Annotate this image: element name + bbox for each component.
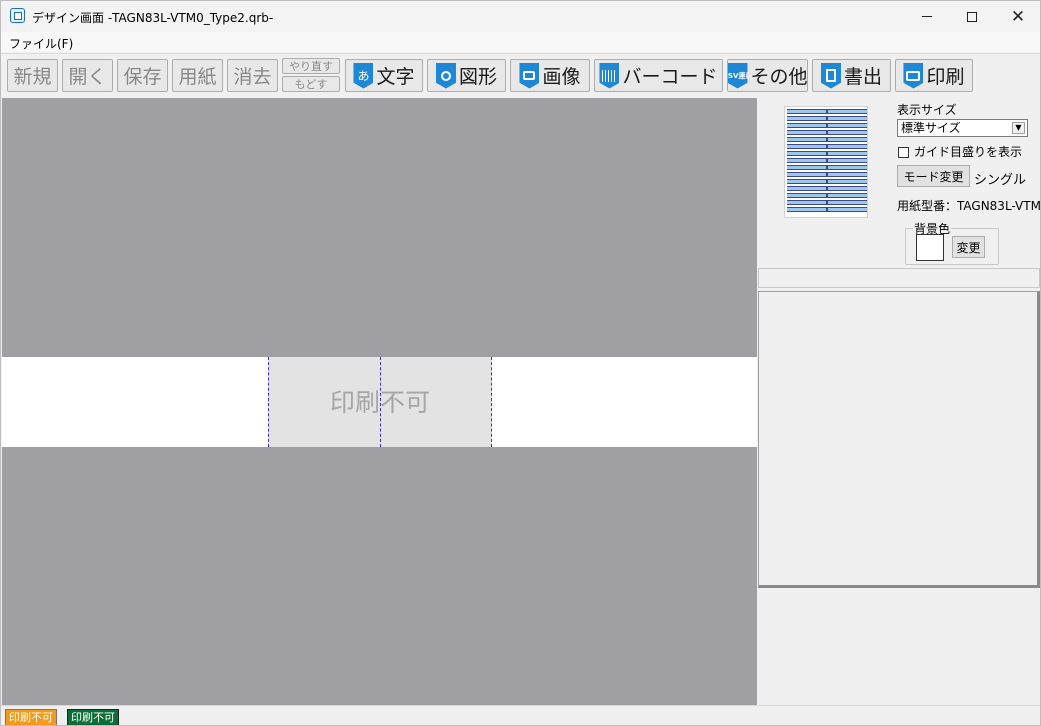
redo-button[interactable]: やり直す — [282, 58, 340, 74]
preview-row — [787, 207, 867, 212]
preview-row — [787, 186, 867, 191]
preview-row — [787, 109, 867, 114]
image-icon — [519, 62, 540, 89]
paper-button-label: 用紙 — [178, 66, 217, 88]
preview-row — [787, 144, 867, 149]
maximize-button[interactable] — [949, 1, 995, 32]
open-button-label: 開く — [68, 66, 107, 88]
title-bar: デザイン画面 -TAGN83L-VTM0_Type2.qrb- ✕ — [1, 1, 1040, 32]
display-size-select[interactable]: 標準サイズ ▼ — [897, 119, 1028, 137]
preview-row — [787, 193, 867, 198]
new-button[interactable]: 新規 — [7, 59, 58, 92]
mode-value: シングル — [974, 173, 1027, 188]
background-change-button-label: 変更 — [956, 240, 981, 255]
export-button[interactable]: 書出 — [812, 59, 891, 92]
export-icon — [820, 62, 841, 89]
other-button[interactable]: CSV 連番 その他 — [727, 59, 808, 92]
preview-row — [787, 123, 867, 128]
chevron-down-icon[interactable]: ▼ — [1012, 122, 1025, 134]
paper-model-text: 用紙型番：TAGN83L-VTM — [897, 199, 1041, 213]
display-size-label: 表示サイズ — [897, 103, 957, 117]
menu-file[interactable]: ファイル(F) — [9, 35, 73, 52]
guide-scale-label[interactable]: ガイド目盛りを表示 — [914, 143, 1022, 160]
erase-button-label: 消去 — [233, 66, 272, 88]
undo-button-label: もどす — [294, 78, 328, 91]
mode-change-button-label: モード変更 — [903, 169, 964, 184]
erase-button[interactable]: 消去 — [227, 59, 278, 92]
guide-scale-checkbox[interactable] — [898, 147, 909, 158]
app-icon — [10, 8, 25, 23]
preview-row — [787, 172, 867, 177]
csv-icon-line1: CSV — [722, 71, 739, 80]
other-button-label: その他 — [750, 66, 808, 88]
text-icon: あ — [353, 62, 374, 89]
barcode-button[interactable]: バーコード — [594, 59, 723, 92]
shape-icon — [435, 62, 456, 89]
text-button[interactable]: あ 文字 — [345, 59, 423, 92]
barcode-button-label: バーコード — [622, 66, 718, 88]
background-change-button[interactable]: 変更 — [952, 236, 985, 258]
undo-button[interactable]: もどす — [282, 76, 340, 92]
minimize-button[interactable] — [904, 1, 950, 32]
preview-row — [787, 200, 867, 205]
shape-button-label: 図形 — [458, 66, 497, 88]
preview-row — [787, 137, 867, 142]
open-button[interactable]: 開く — [62, 59, 113, 92]
design-canvas[interactable]: 印刷不可 — [2, 98, 757, 705]
layout-preview[interactable] — [784, 106, 868, 218]
shape-button[interactable]: 図形 — [427, 59, 506, 92]
preview-row — [787, 130, 867, 135]
image-button-label: 画像 — [542, 66, 581, 88]
close-button[interactable]: ✕ — [995, 1, 1040, 32]
status-badge-green: 印刷不可 — [67, 709, 119, 725]
minimize-icon — [922, 16, 932, 17]
preview-row — [787, 116, 867, 121]
barcode-icon — [599, 62, 620, 89]
property-panel[interactable] — [758, 291, 1040, 588]
status-bar: 印刷不可 印刷不可 — [1, 705, 1040, 725]
csv-icon: CSV 連番 — [727, 62, 748, 89]
no-print-text: 印刷不可 — [329, 388, 430, 417]
mode-change-button[interactable]: モード変更 — [897, 165, 970, 187]
save-button-label: 保存 — [123, 66, 162, 88]
save-button[interactable]: 保存 — [117, 59, 168, 92]
preview-row — [787, 151, 867, 156]
paper-button[interactable]: 用紙 — [172, 59, 223, 92]
no-print-zone: 印刷不可 — [268, 357, 492, 447]
maximize-icon — [967, 11, 977, 22]
status-badge-orange: 印刷不可 — [5, 709, 57, 725]
export-button-label: 書出 — [843, 66, 882, 88]
property-header — [758, 268, 1040, 288]
background-color-group: 背景色 変更 — [905, 220, 999, 265]
label-area[interactable]: 印刷不可 — [2, 357, 757, 447]
new-button-label: 新規 — [13, 66, 52, 88]
redo-button-label: やり直す — [289, 60, 333, 73]
window-title: デザイン画面 -TAGN83L-VTM0_Type2.qrb- — [32, 11, 274, 25]
preview-row — [787, 158, 867, 163]
background-color-swatch — [916, 234, 944, 261]
design-window: デザイン画面 -TAGN83L-VTM0_Type2.qrb- ✕ ファイル(F… — [0, 0, 1041, 726]
menu-bar: ファイル(F) — [1, 32, 1040, 52]
preview-row — [787, 179, 867, 184]
text-button-label: 文字 — [376, 66, 415, 88]
right-panel: 表示サイズ 標準サイズ ▼ ガイド目盛りを表示 モード変更 シングル 用紙型番：… — [758, 98, 1041, 705]
close-icon: ✕ — [1010, 6, 1026, 27]
print-button[interactable]: 印刷 — [895, 59, 973, 92]
print-icon — [903, 62, 924, 89]
preview-row — [787, 165, 867, 170]
display-size-value: 標準サイズ — [901, 121, 961, 135]
print-button-label: 印刷 — [926, 66, 965, 88]
toolbar: 新規 開く 保存 用紙 消去 やり直す もどす あ 文字 図形 画像 バーコード… — [1, 53, 1040, 97]
image-button[interactable]: 画像 — [510, 59, 590, 92]
